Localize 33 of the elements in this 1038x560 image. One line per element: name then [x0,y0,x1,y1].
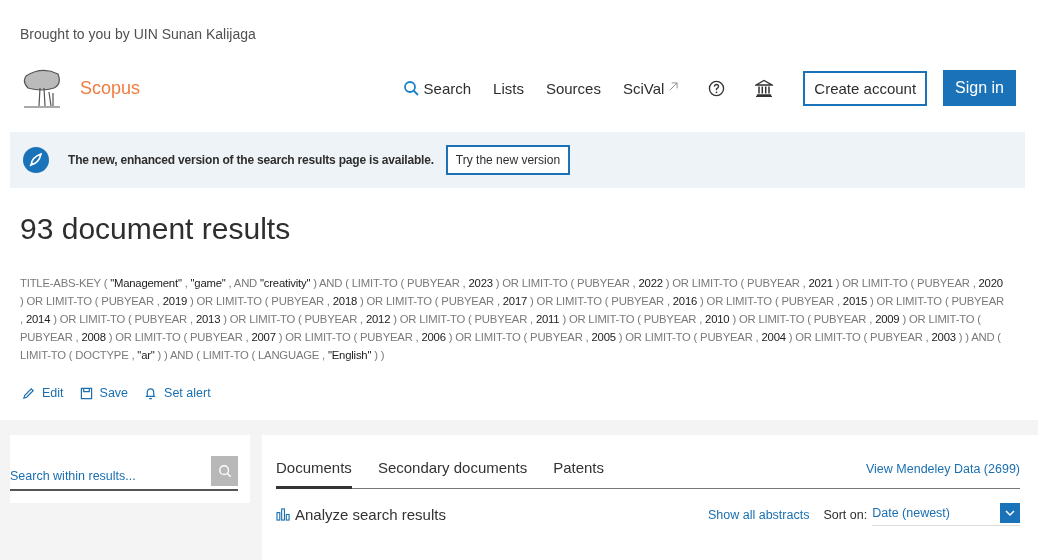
nav-link[interactable]: Sources [545,79,601,97]
analyze-results-link[interactable]: Analyze search results [276,506,446,523]
results-tab[interactable]: Documents [276,455,352,489]
bar-chart-icon [276,508,291,521]
banner-message: The new, enhanced version of the search results page is available. [68,153,434,167]
query-action-link[interactable]: Save [79,386,129,400]
results-heading: 93 document results [20,212,292,246]
nav-link[interactable]: SciVal [622,79,679,97]
external-link-icon [669,81,679,91]
search-icon [402,80,419,96]
help-icon[interactable] [708,79,726,97]
sort-dropdown[interactable]: Date (newest) [872,503,1020,526]
sign-in-button[interactable]: Sign in [943,70,1016,106]
bell-icon [144,386,158,400]
institution-icon[interactable] [755,79,774,97]
chevron-down-icon [1000,503,1020,523]
nav-link[interactable]: Search [402,79,472,97]
query-action-link[interactable]: Set alert [144,386,211,400]
sort-label: Sort on: [823,507,868,522]
show-abstracts-link[interactable]: Show all abstracts [707,507,810,522]
create-account-button[interactable]: Create account [803,70,928,106]
try-new-version-button[interactable]: Try the new version [445,145,571,175]
nav-link[interactable]: Lists [493,79,524,97]
pencil-icon [22,386,35,400]
search-query: TITLE-ABS-KEY ( "Management" , "game" , AND "creativity" ) AND ( LIMIT-TO ( PUBYEAR , 2023 ) OR LIMIT-TO ( PUBYEAR , 2022 ) OR LIMIT-TO ( PUBYEAR , 2021 ) OR LIMIT-TO ( PUBYEAR , 2020 ) OR LIMIT-TO ( PUBYEAR , 2019 ) OR LIMIT-TO ( PUBYEAR , 2018 ) OR LIMIT-TO ( PUBYEAR , 2017 ) OR LIMIT-TO ( PUBYEAR , 2016 ) OR LIMIT-TO ( PUBYEAR , 2015 ) OR LIMIT-TO ( PUBYEAR , 2014 ) OR LIMIT-TO ( PUBYEAR , 2013 ) OR LIMIT-TO ( PUBYEAR , 2012 ) OR LIMIT-TO ( PUBYEAR , 2011 ) OR LIMIT-TO ( PUBYEAR , 2010 ) OR LIMIT-TO ( PUBYEAR , 2009 ) OR LIMIT-TO ( PUBYEAR , 2008 ) OR LIMIT-TO ( PUBYEAR , 2007 ) OR LIMIT-TO ( PUBYEAR , 2006 ) OR LIMIT-TO ( PUBYEAR , 2005 ) OR LIMIT-TO ( PUBYEAR , 2004 ) OR LIMIT-TO ( PUBYEAR , 2003 ) ) AND ( LIMIT-TO ( DOCTYPE , "ar" ) ) AND ( LIMIT-TO ( LANGUAGE , "English" ) ) [20,276,1005,363]
query-action-link[interactable]: Edit [22,386,64,400]
institution-credit: Brought to you by UIN Sunan Kalijaga [19,25,257,44]
search-input[interactable]: Search within results... [10,469,211,489]
search-within-field[interactable]: Search within results... [10,451,238,491]
save-icon [79,386,93,400]
results-tab[interactable]: Patents [553,455,604,489]
results-tab[interactable]: Secondary documents [377,455,528,489]
mendeley-data-link[interactable]: View Mendeley Data (2699) [865,462,1020,488]
